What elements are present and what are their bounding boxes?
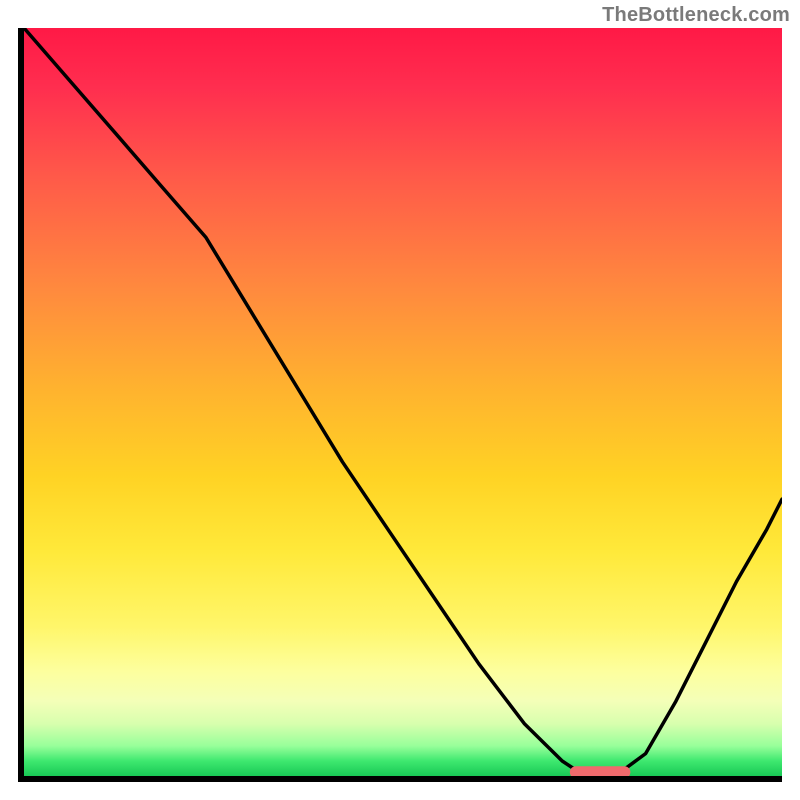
curve-layer [24,28,782,776]
optimum-marker [570,766,631,776]
chart-container: TheBottleneck.com [0,0,800,800]
bottleneck-curve [24,28,782,776]
watermark-text: TheBottleneck.com [602,4,790,27]
plot-area [18,28,782,782]
